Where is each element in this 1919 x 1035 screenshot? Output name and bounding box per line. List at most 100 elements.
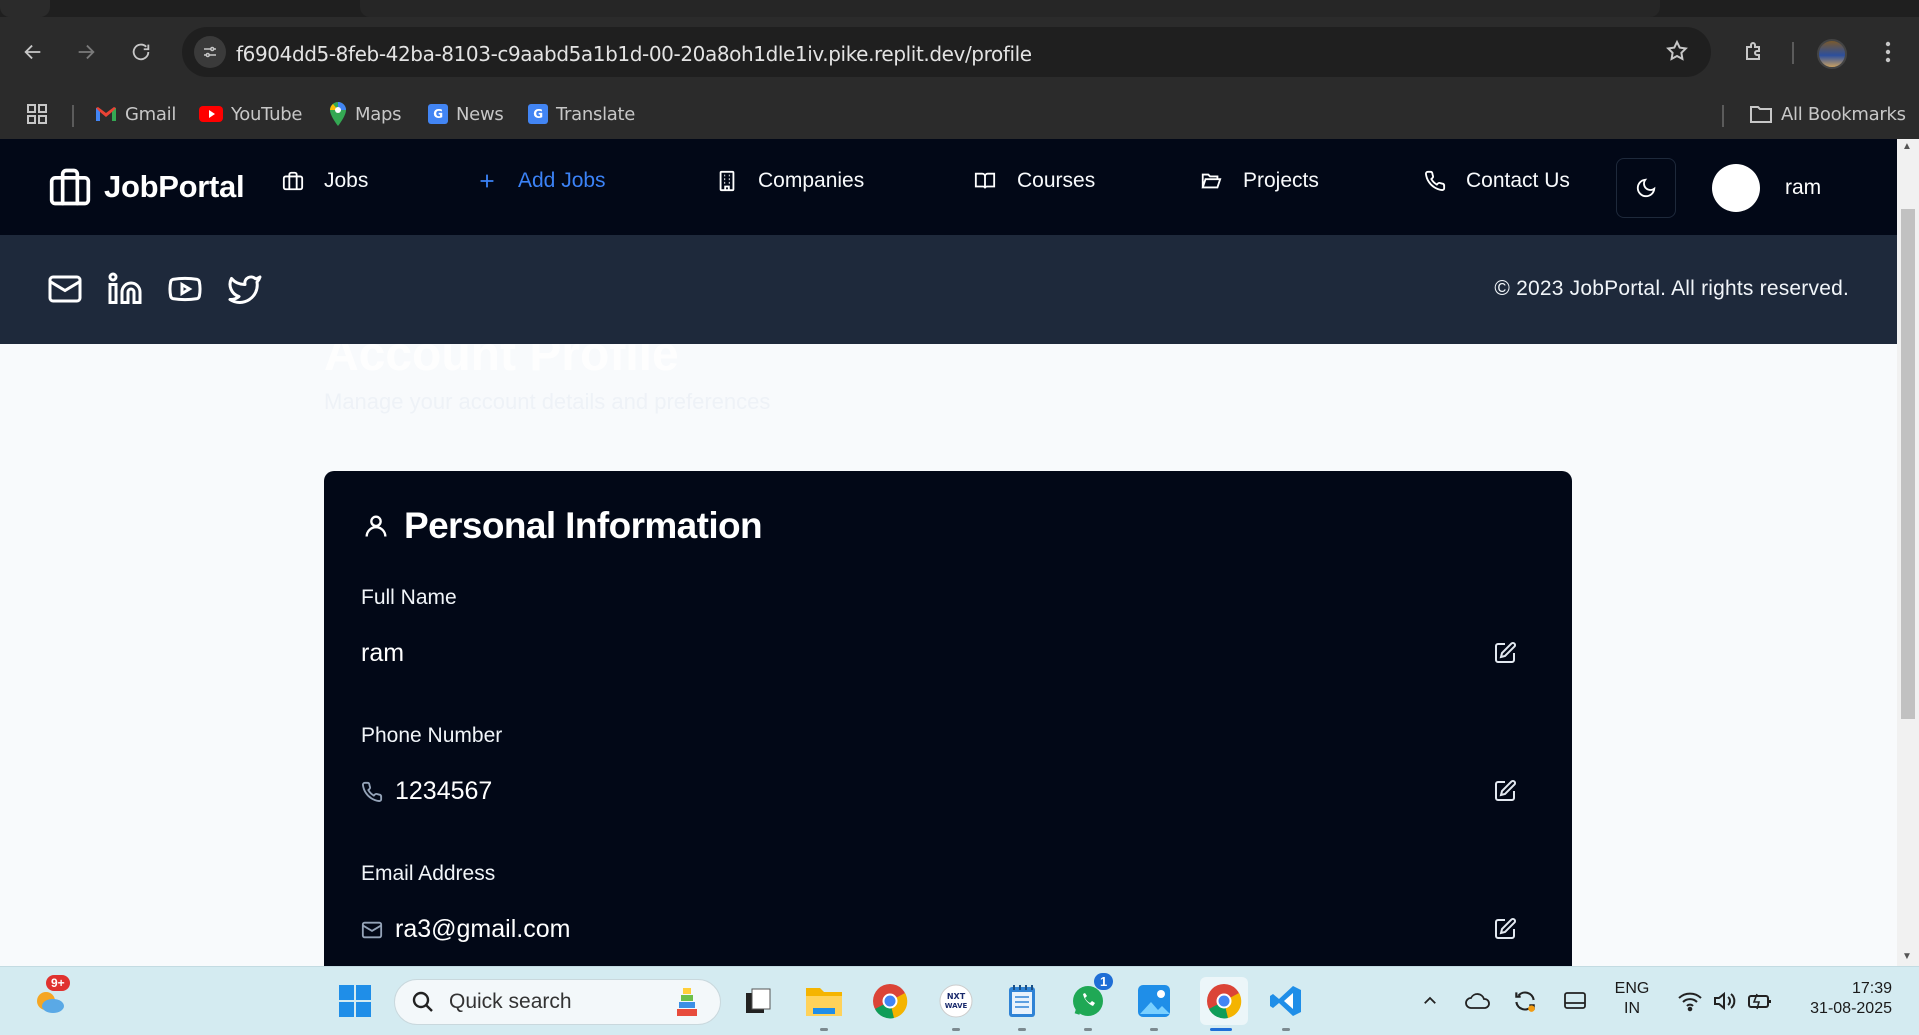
clock-time: 17:39 xyxy=(1851,980,1892,997)
folder-open-icon xyxy=(1201,173,1222,189)
brand-logo[interactable]: JobPortal xyxy=(48,165,245,209)
tray-display[interactable] xyxy=(1555,981,1595,1021)
bookmark-gmail[interactable]: Gmail xyxy=(95,101,176,127)
bookmark-star-button[interactable] xyxy=(1665,39,1689,68)
email-value: ra3@gmail.com xyxy=(361,915,570,944)
profile-avatar-button[interactable] xyxy=(1817,39,1847,69)
arrow-right-icon xyxy=(78,44,95,60)
tab-strip xyxy=(0,0,1919,17)
apps-button[interactable] xyxy=(26,101,48,127)
puzzle-icon xyxy=(1746,42,1760,60)
notepad-icon xyxy=(1009,985,1035,1017)
weather-badge: 9+ xyxy=(46,975,70,991)
apps-grid-icon xyxy=(27,104,47,124)
lang-bottom: IN xyxy=(1624,1000,1640,1017)
reload-icon xyxy=(132,43,150,61)
linkedin-link[interactable] xyxy=(105,269,145,309)
tray-onedrive[interactable] xyxy=(1458,981,1498,1021)
url-text[interactable]: f6904dd5-8feb-42ba-8103-c9aabd5a1b1d-00-… xyxy=(236,42,1032,66)
tray-sync[interactable] xyxy=(1505,981,1545,1021)
book-open-icon xyxy=(974,172,996,189)
tray-overflow-button[interactable] xyxy=(1410,981,1450,1021)
bookmark-label: YouTube xyxy=(231,103,303,125)
nav-companies[interactable]: Companies xyxy=(716,169,864,193)
volume-icon xyxy=(1714,991,1736,1011)
translate-icon: G xyxy=(528,104,548,124)
taskbar-vscode[interactable] xyxy=(1266,981,1306,1021)
phone-label: Phone Number xyxy=(361,724,503,747)
menu-button[interactable] xyxy=(1870,34,1906,70)
search-highlight-icon xyxy=(677,988,697,1016)
taskbar-file-explorer[interactable] xyxy=(804,981,844,1021)
taskbar-chrome[interactable] xyxy=(870,981,910,1021)
clock[interactable]: 17:39 31-08-2025 xyxy=(1790,980,1900,1018)
youtube-link[interactable] xyxy=(165,269,205,309)
start-button[interactable] xyxy=(335,981,375,1021)
nav-projects[interactable]: Projects xyxy=(1199,169,1319,193)
extensions-button[interactable] xyxy=(1736,34,1772,70)
taskbar-photos[interactable] xyxy=(1134,981,1174,1021)
card-title: Personal Information xyxy=(362,505,763,547)
address-bar[interactable]: f6904dd5-8feb-42ba-8103-c9aabd5a1b1d-00-… xyxy=(182,27,1711,77)
folder-icon xyxy=(806,988,842,1016)
taskbar-notepad[interactable] xyxy=(1002,981,1042,1021)
weather-widget[interactable]: 9+ xyxy=(30,975,70,1021)
youtube-icon xyxy=(168,276,202,302)
edit-phone-button[interactable] xyxy=(1490,776,1520,806)
bookmark-youtube[interactable]: YouTube xyxy=(199,101,302,127)
scroll-up-arrow-icon[interactable]: ▲ xyxy=(1902,141,1912,152)
tab[interactable] xyxy=(360,0,1660,17)
nav-courses[interactable]: Courses xyxy=(973,169,1095,193)
site-info-button[interactable] xyxy=(194,36,226,68)
scrollbar-thumb[interactable] xyxy=(1901,209,1915,719)
forward-button[interactable] xyxy=(68,34,104,70)
copyright-text: © 2023 JobPortal. All rights reserved. xyxy=(1494,277,1849,300)
all-bookmarks-label: All Bookmarks xyxy=(1781,103,1906,125)
task-view-icon xyxy=(746,988,771,1013)
nav-label: Jobs xyxy=(324,169,369,192)
bookmark-news[interactable]: G News xyxy=(428,101,504,127)
taskbar-chrome-active[interactable] xyxy=(1200,977,1248,1025)
scroll-down-arrow-icon[interactable]: ▼ xyxy=(1902,951,1912,962)
nav-jobs[interactable]: Jobs xyxy=(282,169,368,193)
whatsapp-badge: 1 xyxy=(1094,973,1114,990)
building-icon xyxy=(719,170,735,192)
edit-email-button[interactable] xyxy=(1490,914,1520,944)
user-name[interactable]: ram xyxy=(1785,176,1821,200)
card-title-text: Personal Information xyxy=(404,505,763,546)
nav-add-jobs[interactable]: Add Jobs xyxy=(476,169,606,193)
tray-battery[interactable] xyxy=(1740,981,1780,1021)
full-name-label: Full Name xyxy=(361,586,457,609)
bookmark-label: Gmail xyxy=(125,103,177,125)
taskbar-search[interactable]: Quick search xyxy=(394,979,721,1025)
svg-text:NXT: NXT xyxy=(947,992,966,1001)
battery-icon xyxy=(1748,993,1771,1010)
nav-contact[interactable]: Contact Us xyxy=(1424,169,1570,193)
edit-full-name-button[interactable] xyxy=(1490,638,1520,668)
twitter-link[interactable] xyxy=(225,269,265,309)
taskbar-whatsapp[interactable]: 1 xyxy=(1068,973,1114,1021)
theme-toggle-button[interactable] xyxy=(1616,158,1676,218)
taskbar-nxtwave[interactable]: NXT WAVE xyxy=(936,981,976,1021)
lang-top: ENG xyxy=(1614,980,1650,997)
bookmark-maps[interactable]: Maps xyxy=(329,101,401,127)
twitter-icon xyxy=(228,275,262,304)
bookmark-translate[interactable]: G Translate xyxy=(528,101,635,127)
reload-button[interactable] xyxy=(123,34,159,70)
tray-wifi[interactable] xyxy=(1670,981,1710,1021)
maps-icon xyxy=(330,102,346,126)
taskbar-task-view[interactable] xyxy=(738,981,778,1021)
user-avatar[interactable] xyxy=(1712,164,1760,212)
back-button[interactable] xyxy=(15,34,51,70)
tab[interactable] xyxy=(0,0,50,17)
language-indicator[interactable]: ENG IN xyxy=(1612,980,1652,1018)
all-bookmarks-button[interactable]: All Bookmarks xyxy=(1749,101,1906,127)
clock-date: 31-08-2025 xyxy=(1810,1000,1892,1017)
bookmark-label: Translate xyxy=(556,103,636,125)
news-icon: G xyxy=(428,104,448,124)
chrome-icon xyxy=(873,984,908,1019)
page-scrollbar[interactable]: ▲ ▼ xyxy=(1897,139,1919,966)
tray-volume[interactable] xyxy=(1705,981,1745,1021)
brand-name: JobPortal xyxy=(104,169,245,204)
mail-link[interactable] xyxy=(45,269,85,309)
